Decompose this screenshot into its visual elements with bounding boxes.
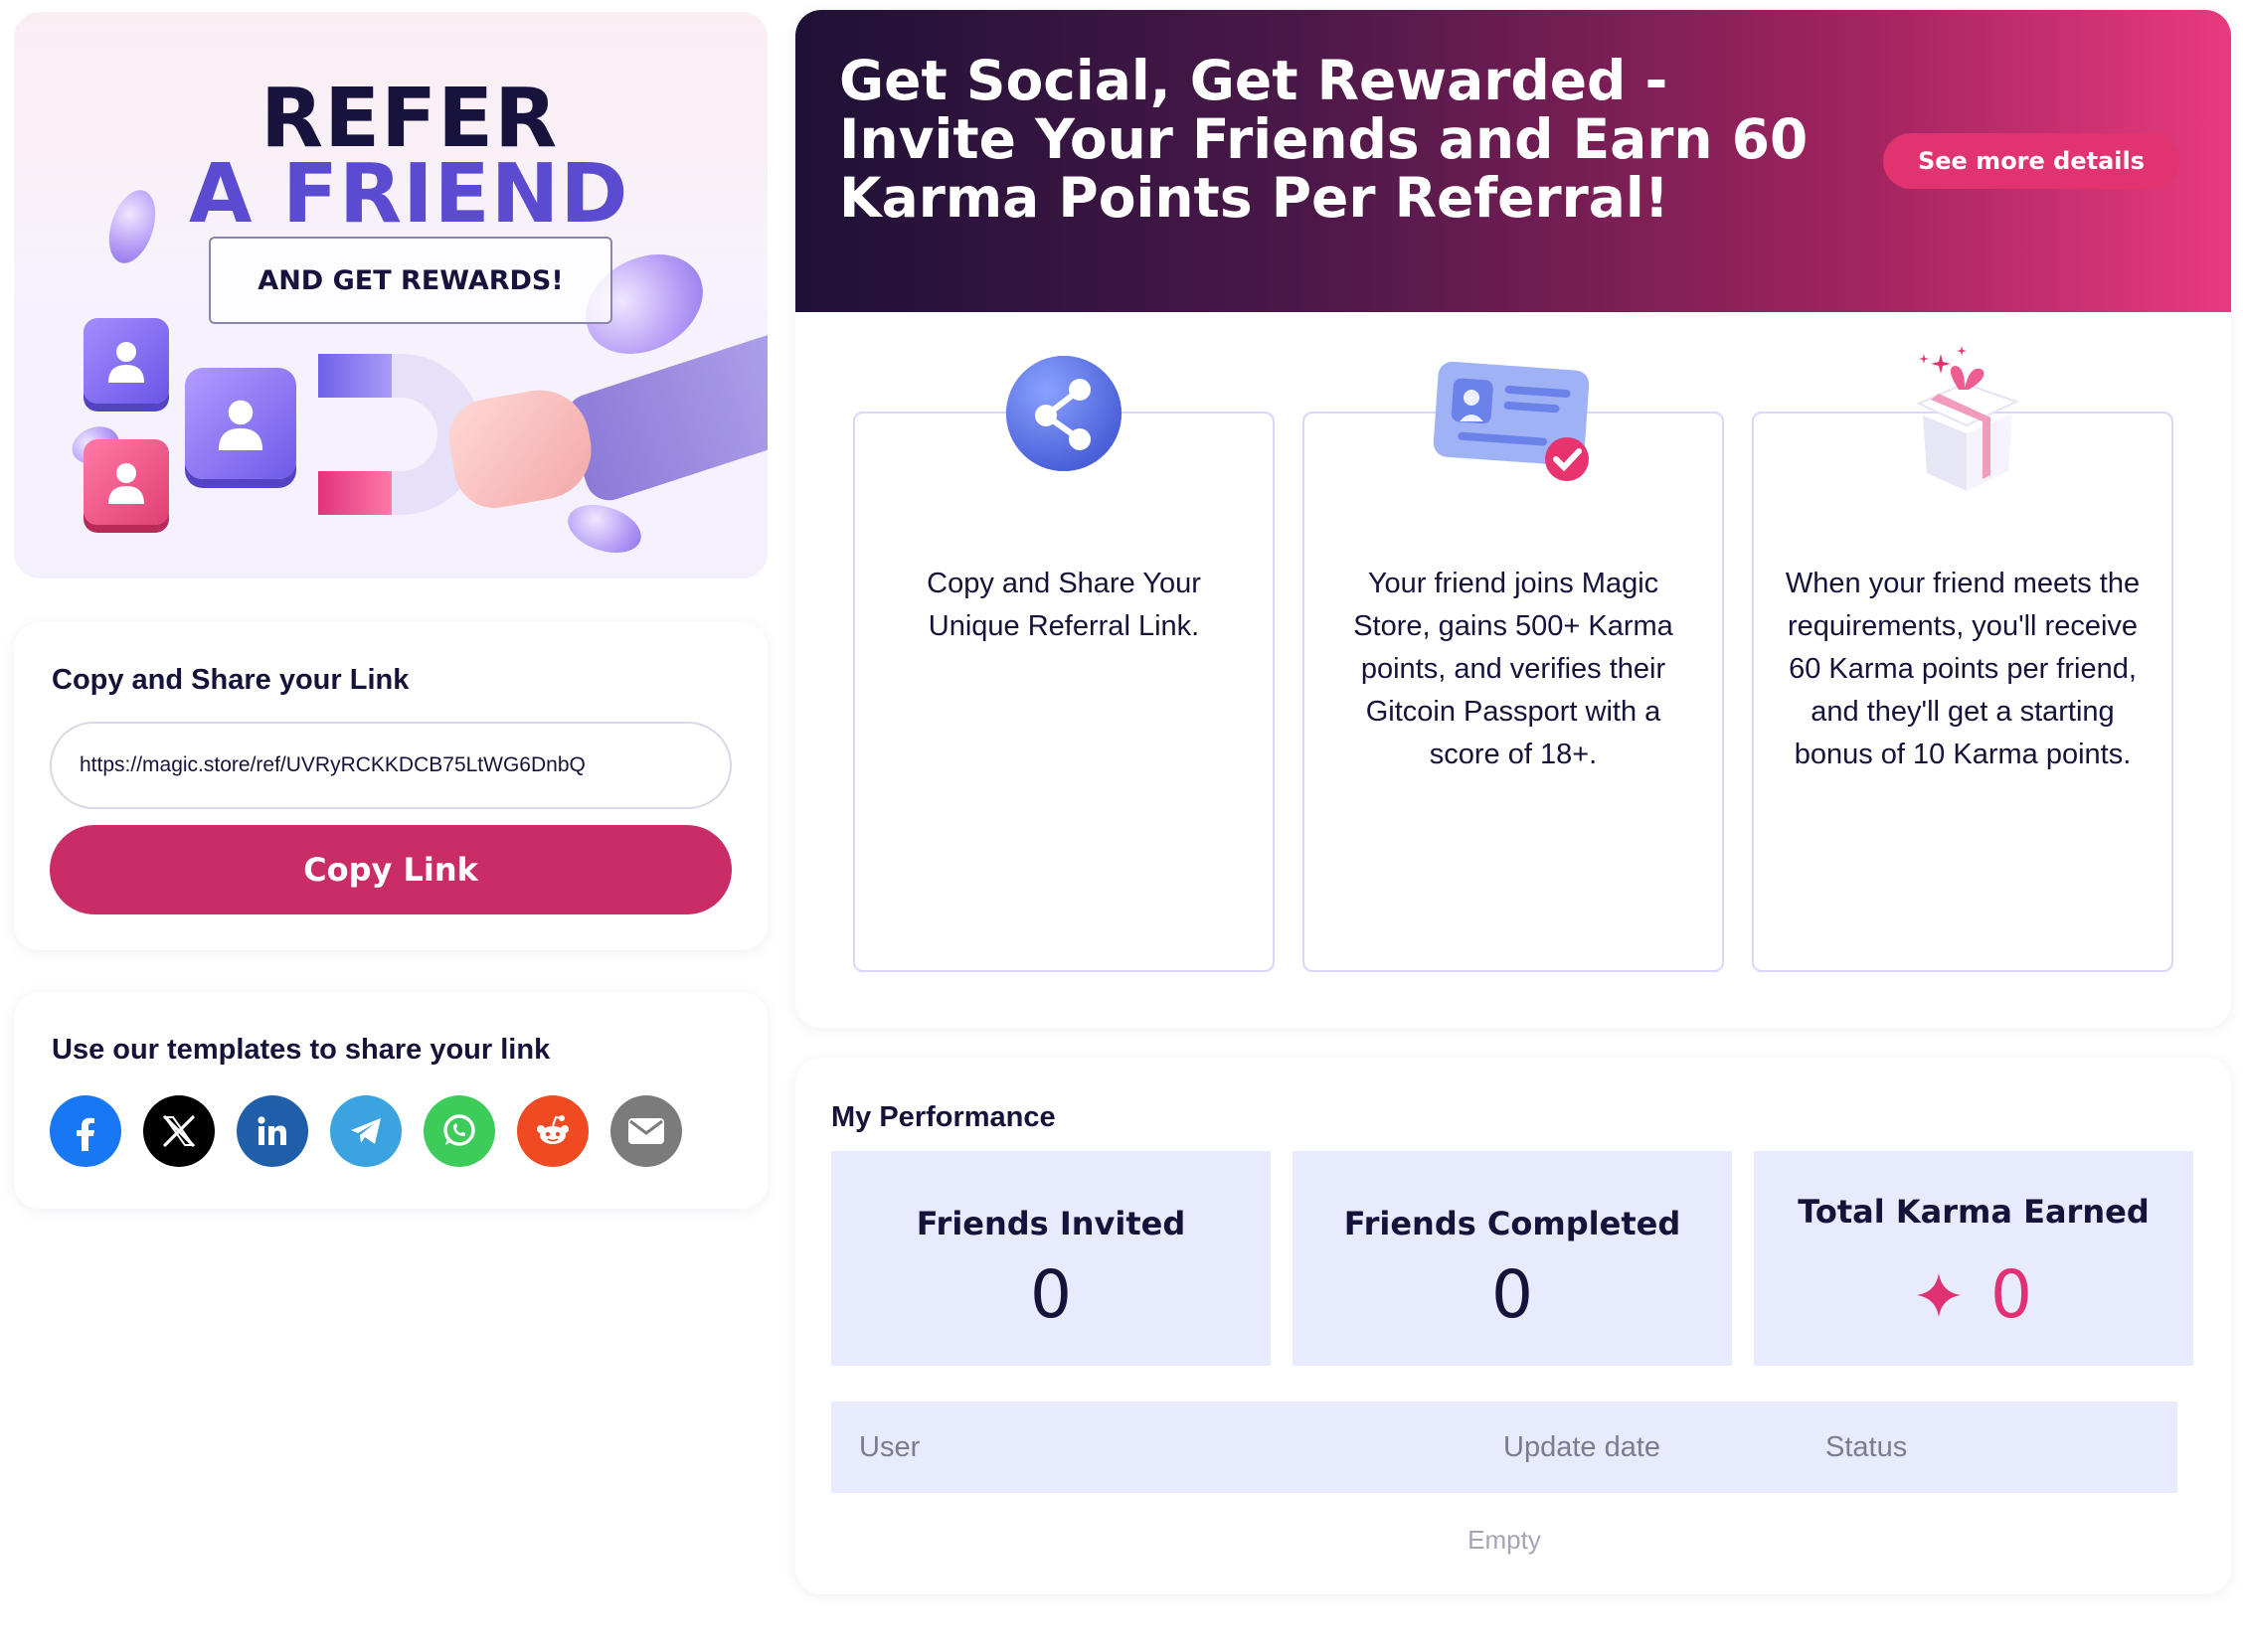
performance-title: My Performance (831, 1101, 1056, 1133)
step-card-join: Your friend joins Magic Store, gains 500… (1302, 412, 1724, 972)
copy-link-button[interactable]: Copy Link (50, 825, 732, 914)
hero-title-line2: A FRIEND (189, 147, 629, 242)
email-icon[interactable] (610, 1095, 682, 1167)
reddit-icon[interactable] (517, 1095, 589, 1167)
referrals-table-header: User Update date Status (831, 1402, 2177, 1493)
karma-value-row: 0 (1754, 1256, 2193, 1333)
step-text: Your friend joins Magic Store, gains 500… (1353, 568, 1673, 770)
banner-title: Get Social, Get Rewarded - Invite Your F… (839, 49, 1809, 230)
stat-label: Friends Invited (916, 1205, 1186, 1242)
whatsapp-icon[interactable] (424, 1095, 495, 1167)
referral-banner: Get Social, Get Rewarded - Invite Your F… (795, 10, 2231, 312)
referral-link-input[interactable] (50, 722, 732, 809)
x-icon[interactable] (143, 1095, 215, 1167)
user-tile-icon (84, 439, 169, 525)
step-text: Copy and Share Your Unique Referral Link… (927, 568, 1201, 642)
facebook-icon[interactable] (50, 1095, 121, 1167)
step-text: When your friend meets the requirements,… (1785, 568, 2141, 770)
id-card-icon (1430, 356, 1599, 490)
refer-a-friend-hero-image: REFER A FRIEND AND GET REWARDS! (14, 12, 768, 578)
karma-value: 0 (1990, 1256, 2032, 1333)
magnet-top-icon (318, 354, 392, 398)
user-tile-icon (185, 368, 296, 479)
total-karma-stat: Total Karma Earned 0 (1754, 1151, 2193, 1366)
share-templates-card: Use our templates to share your link (14, 992, 768, 1209)
step-card-share: Copy and Share Your Unique Referral Link… (853, 412, 1275, 972)
hero-subtitle: AND GET REWARDS! (209, 237, 612, 324)
gift-icon (1909, 344, 2028, 498)
referral-info-card: Get Social, Get Rewarded - Invite Your F… (795, 10, 2231, 1028)
copy-link-card: Copy and Share your Link Copy Link (14, 622, 768, 950)
sleeve-icon (560, 322, 768, 507)
share-templates-heading: Use our templates to share your link (52, 1034, 551, 1066)
stat-value: 0 (1030, 1256, 1072, 1333)
column-header-update-date: Update date (1503, 1430, 1661, 1463)
coin-icon (100, 184, 164, 269)
user-tile-icon (84, 318, 169, 404)
linkedin-icon[interactable] (237, 1095, 308, 1167)
see-more-details-button[interactable]: See more details (1883, 133, 2179, 189)
column-header-user: User (859, 1430, 921, 1463)
column-header-status: Status (1825, 1430, 1908, 1463)
stat-label: Friends Completed (1343, 1205, 1681, 1242)
stat-value: 0 (1491, 1256, 1533, 1333)
copy-link-heading: Copy and Share your Link (52, 664, 410, 696)
telegram-icon[interactable] (330, 1095, 402, 1167)
friends-completed-stat: Friends Completed 0 (1293, 1151, 1732, 1366)
performance-card: My Performance Friends Invited 0 Friends… (795, 1058, 2231, 1594)
karma-sparkle-icon (1917, 1272, 1961, 1317)
social-share-buttons (50, 1095, 682, 1167)
friends-invited-stat: Friends Invited 0 (831, 1151, 1271, 1366)
table-empty-state: Empty (1467, 1525, 1541, 1555)
magnet-bottom-icon (318, 471, 392, 515)
coin-icon (562, 496, 647, 562)
share-icon (1004, 354, 1123, 478)
stat-label: Total Karma Earned (1798, 1193, 2150, 1231)
